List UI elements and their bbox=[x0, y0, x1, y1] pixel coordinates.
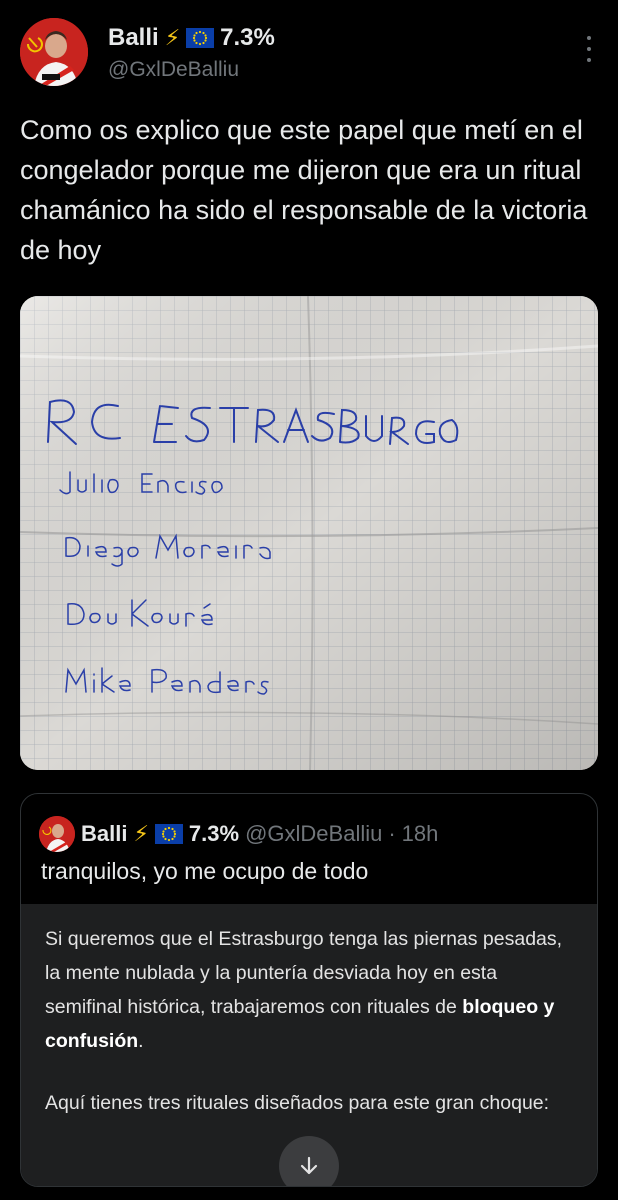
card-paragraph-1: Si queremos que el Estrasburgo tenga las… bbox=[45, 922, 565, 1058]
more-options-icon[interactable] bbox=[584, 36, 594, 62]
arrow-down-icon bbox=[300, 1156, 318, 1175]
author-name[interactable]: Balli bbox=[108, 24, 159, 52]
lightning-icon: ⚡ bbox=[164, 25, 181, 50]
author-percent: 7.3% bbox=[220, 24, 275, 51]
quote-author-percent: 7.3% bbox=[188, 821, 240, 846]
author-handle[interactable]: @GxlDeBalliu bbox=[108, 58, 275, 82]
quote-author-handle[interactable]: @GxlDeBalliu bbox=[245, 821, 382, 847]
tweet-text: Como os explico que este papel que metí … bbox=[20, 115, 588, 265]
quote-screenshot-card: Si queremos que el Estrasburgo tenga las… bbox=[21, 904, 597, 1186]
author-avatar[interactable] bbox=[20, 18, 88, 86]
quote-separator: · bbox=[388, 821, 396, 846]
eu-flag-icon bbox=[154, 824, 183, 844]
eu-flag-icon bbox=[186, 28, 215, 48]
card-p1-end: . bbox=[138, 1030, 144, 1052]
author-block: Balli ⚡ 7.3% @GxlDeBalliu bbox=[108, 24, 275, 82]
author-name-row: Balli ⚡ 7.3% bbox=[108, 24, 275, 52]
quote-header: Balli ⚡ 7.3% @GxlDeBalliu · 18h bbox=[39, 816, 438, 852]
quote-author-name[interactable]: Balli bbox=[81, 821, 127, 847]
quoted-tweet[interactable]: Balli ⚡ 7.3% @GxlDeBalliu · 18h tranquil… bbox=[20, 793, 598, 1187]
scroll-down-button bbox=[279, 1136, 339, 1186]
card-paragraph-2: Aquí tienes tres rituales diseñados para… bbox=[45, 1092, 550, 1114]
quote-timestamp[interactable]: 18h bbox=[402, 821, 439, 847]
lightning-icon: ⚡ bbox=[133, 821, 149, 846]
quote-text: tranquilos, yo me ocupo de todo bbox=[41, 858, 369, 884]
quote-avatar[interactable] bbox=[39, 816, 75, 852]
tweet-photo[interactable] bbox=[20, 296, 598, 770]
